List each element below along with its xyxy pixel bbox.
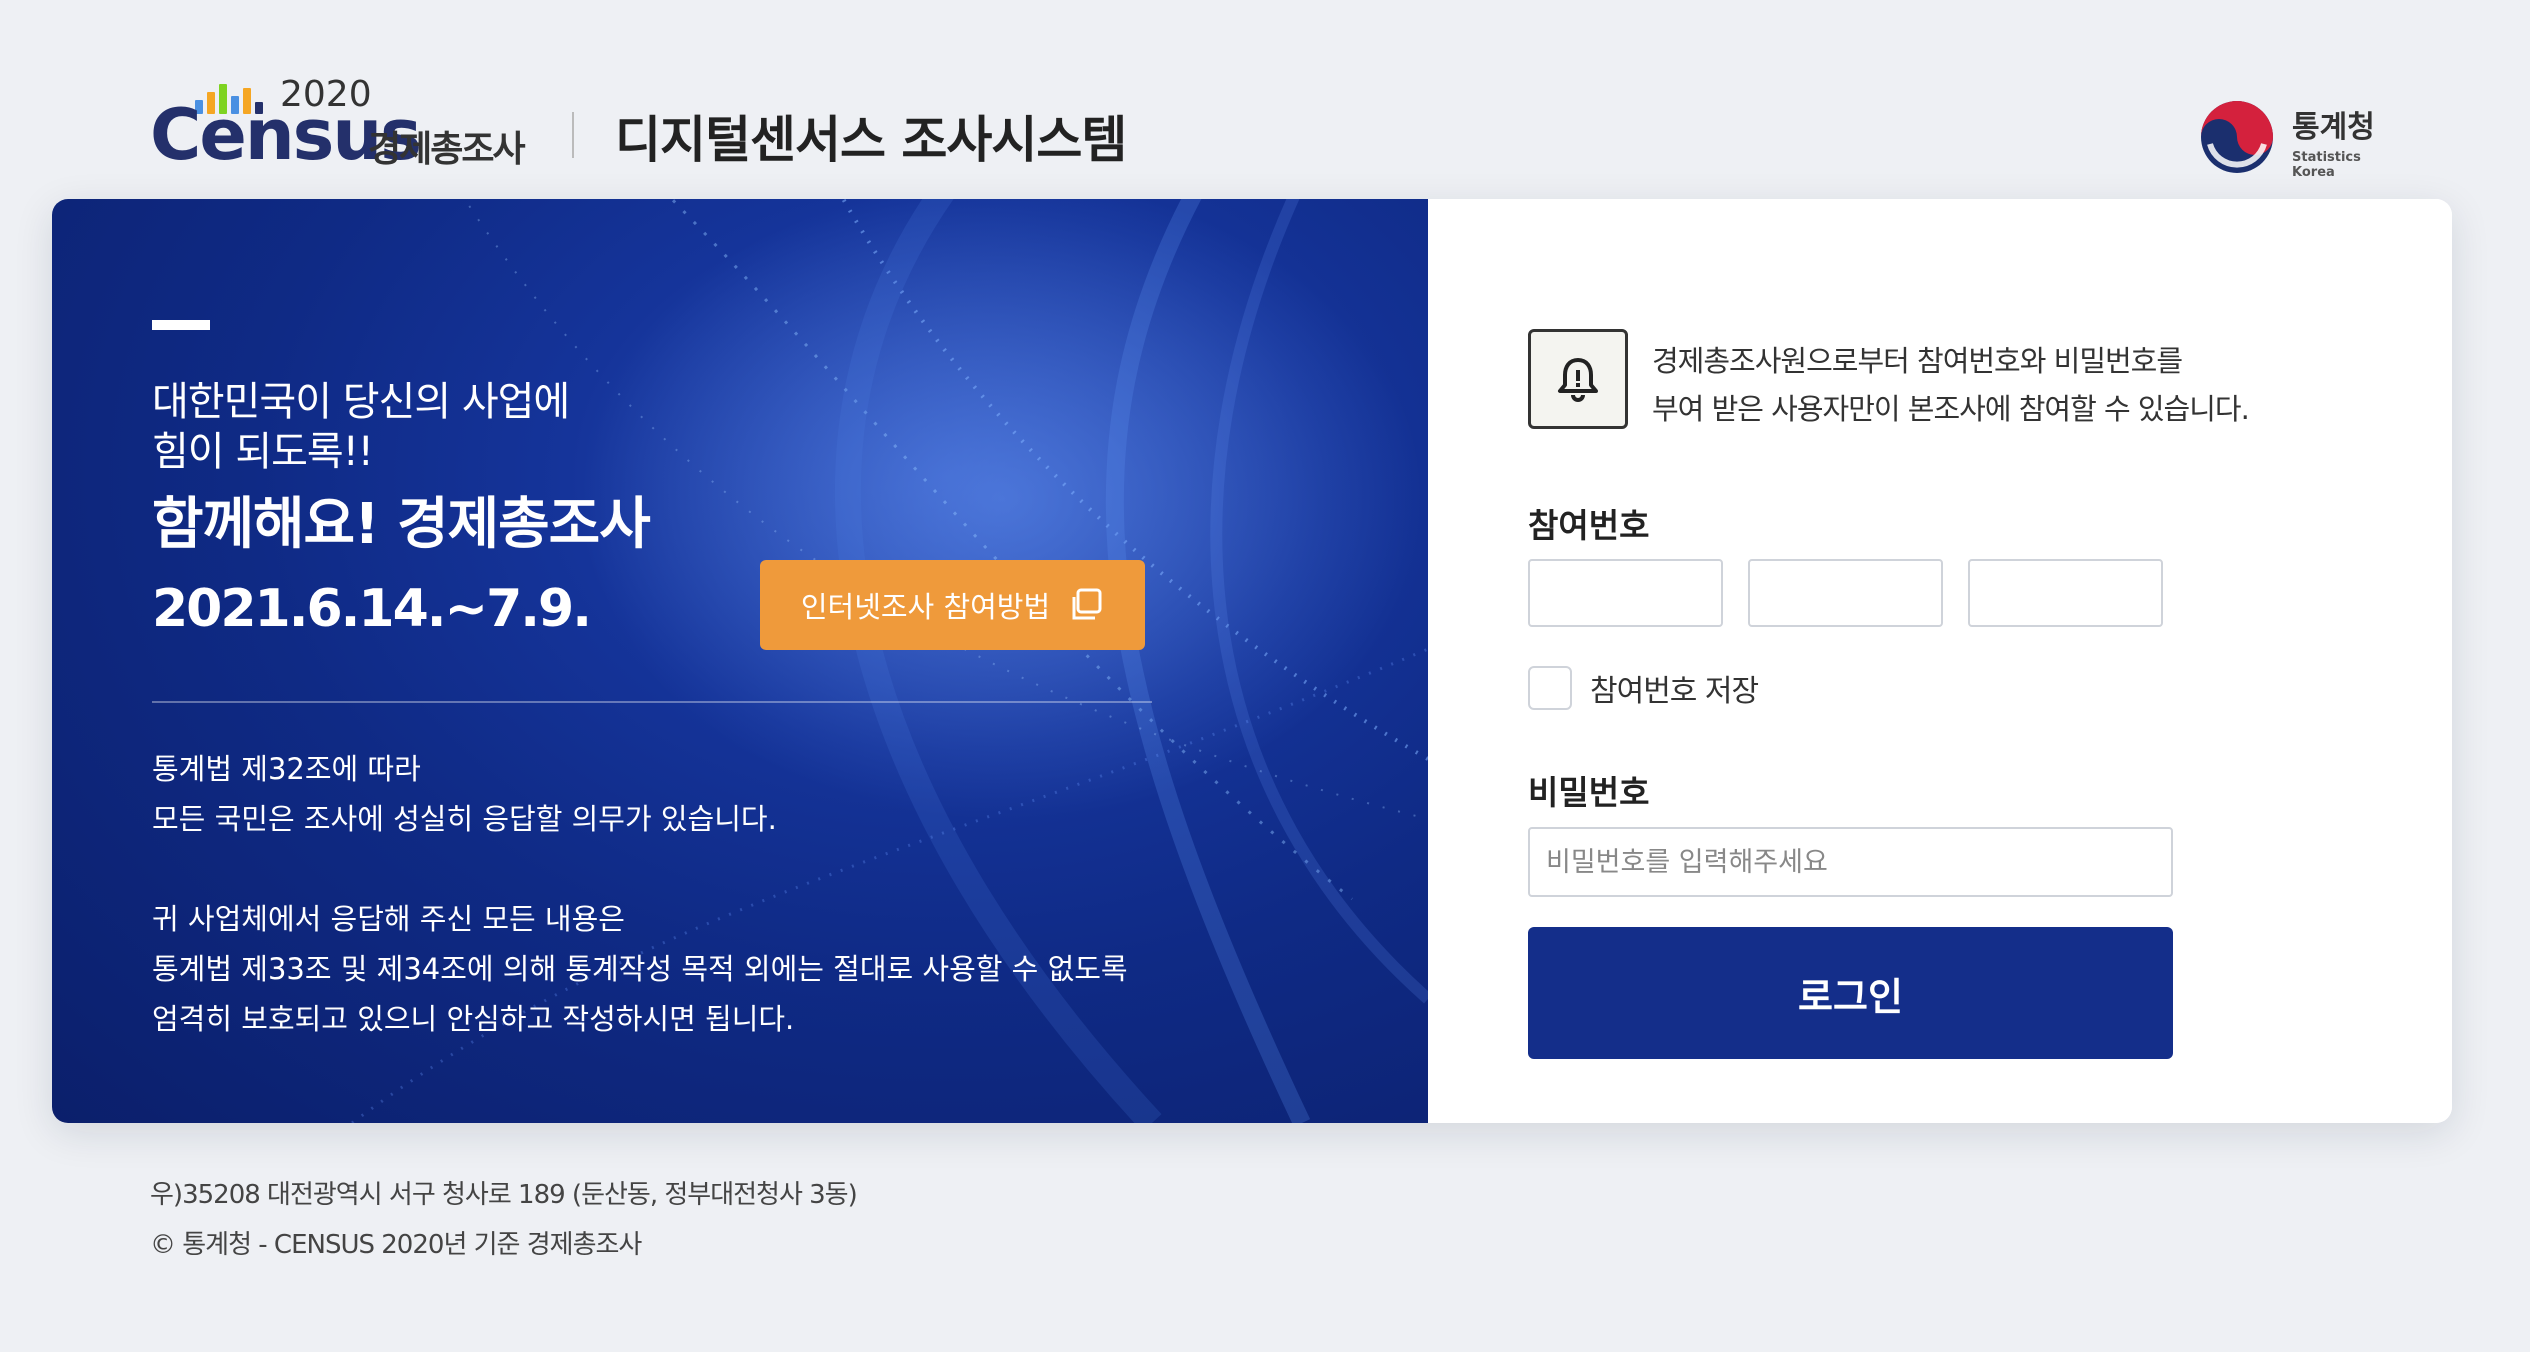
- notice-bell-box: [1528, 329, 1628, 429]
- law-text-line: 귀 사업체에서 응답해 주신 모든 내용은: [152, 902, 625, 936]
- login-panel: 경제총조사원으로부터 참여번호와 비밀번호를 부여 받은 사용자만이 본조사에 …: [1428, 199, 2452, 1123]
- taegeuk-emblem-icon: [2201, 101, 2273, 173]
- hero-headline: 함께해요! 경제총조사: [152, 492, 651, 557]
- agency-name: 통계청: [2292, 110, 2375, 145]
- statistics-law-notice: 통계법 제32조에 따라 모든 국민은 조사에 성실히 응답할 의무가 있습니다…: [152, 744, 1352, 1044]
- password-input[interactable]: [1528, 827, 2173, 897]
- password-label: 비밀번호: [1528, 773, 1650, 812]
- footer-copyright: © 통계청 - CENSUS 2020년 기준 경제총조사: [150, 1230, 642, 1260]
- agency-name-english: Statistics Korea: [2292, 150, 2361, 180]
- logo-subtitle: 경제총조사: [368, 129, 526, 170]
- survey-period: 2021.6.14.~7.9.: [152, 579, 592, 639]
- law-text-line: 엄격히 보호되고 있으니 안심하고 작성하시면 됩니다.: [152, 1002, 795, 1036]
- copy-window-icon: [1072, 588, 1102, 620]
- bell-alert-icon: [1558, 358, 1598, 402]
- login-button[interactable]: 로그인: [1528, 927, 2173, 1059]
- participation-number-label: 참여번호: [1528, 506, 1650, 545]
- header-divider: [572, 112, 574, 158]
- participation-number-input-2[interactable]: [1748, 559, 1943, 627]
- agency-logo[interactable]: 통계청 Statistics Korea: [2200, 100, 2400, 180]
- participation-number-input-1[interactable]: [1528, 559, 1723, 627]
- save-number-checkbox[interactable]: [1528, 666, 1572, 710]
- participation-guide-button[interactable]: 인터넷조사 참여방법: [760, 560, 1145, 650]
- hero-slogan: 대한민국이 당신의 사업에 힘이 되도록!!: [152, 379, 570, 475]
- save-number-label[interactable]: 참여번호 저장: [1590, 666, 1759, 710]
- notice-line: 경제총조사원으로부터 참여번호와 비밀번호를: [1652, 344, 2183, 378]
- page-footer: 우)35208 대전광역시 서구 청사로 189 (둔산동, 정부대전청사 3동…: [150, 1170, 858, 1270]
- notice-line: 부여 받은 사용자만이 본조사에 참여할 수 있습니다.: [1652, 392, 2250, 426]
- login-notice: 경제총조사원으로부터 참여번호와 비밀번호를 부여 받은 사용자만이 본조사에 …: [1652, 337, 2412, 433]
- page-header: 2020 Census 경제총조사 디지털센서스 조사시스템 통계청 Stati…: [150, 70, 2400, 180]
- hero-banner: 대한민국이 당신의 사업에 힘이 되도록!! 함께해요! 경제총조사 2021.…: [52, 199, 1428, 1123]
- footer-address: 우)35208 대전광역시 서구 청사로 189 (둔산동, 정부대전청사 3동…: [150, 1180, 858, 1210]
- law-text-line: 통계법 제32조에 따라: [152, 752, 421, 786]
- law-text-line: 모든 국민은 조사에 성실히 응답할 의무가 있습니다.: [152, 802, 777, 836]
- system-title: 디지털센서스 조사시스템: [615, 111, 1127, 169]
- participation-guide-label: 인터넷조사 참여방법: [800, 590, 1051, 624]
- save-number-checkbox-row[interactable]: 참여번호 저장: [1528, 666, 1759, 710]
- hero-divider: [152, 701, 1152, 703]
- main-card: 대한민국이 당신의 사업에 힘이 되도록!! 함께해요! 경제총조사 2021.…: [52, 199, 2452, 1123]
- hero-accent-bar: [152, 320, 210, 330]
- census-logo[interactable]: 2020 Census 경제총조사: [150, 74, 530, 176]
- participation-number-input-3[interactable]: [1968, 559, 2163, 627]
- law-text-line: 통계법 제33조 및 제34조에 의해 통계작성 목적 외에는 절대로 사용할 …: [152, 952, 1128, 986]
